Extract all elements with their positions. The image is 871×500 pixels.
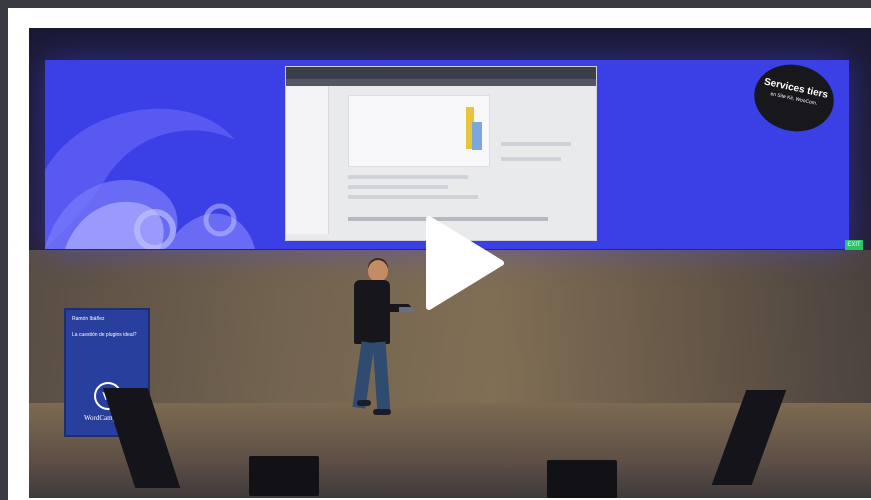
slide-row (348, 185, 448, 189)
speaker-tablet (399, 307, 413, 312)
stage-monitor (249, 456, 319, 496)
speaker-torso (354, 280, 390, 344)
video-player[interactable]: Services tiers en Site Kit, WooCom. EXIT… (29, 28, 871, 498)
exit-sign: EXIT (845, 240, 863, 250)
speaker-head (368, 260, 388, 282)
slide-sidebar (286, 86, 329, 234)
speaker-shoe (357, 400, 371, 406)
wave-decoration (45, 108, 255, 249)
slide-topbar (286, 67, 596, 79)
slide-row (501, 142, 571, 146)
slide-row (348, 195, 478, 199)
panel-speaker-name: Ramón Ibáñez (72, 316, 105, 322)
panel-talk-title: La cuestión de plugins ideal? (72, 332, 137, 338)
video-embed-frame: Services tiers en Site Kit, WooCom. EXIT… (8, 8, 871, 500)
slide-chart-bar (472, 122, 482, 150)
play-icon (426, 216, 504, 310)
play-button[interactable] (425, 213, 505, 313)
slide-navbar (286, 79, 596, 86)
speaker-shoe (373, 409, 391, 415)
slide-row (501, 157, 561, 161)
slide-badge: Services tiers en Site Kit, WooCom. (748, 60, 840, 139)
slide-row (348, 175, 468, 179)
stage-monitor (547, 460, 617, 498)
